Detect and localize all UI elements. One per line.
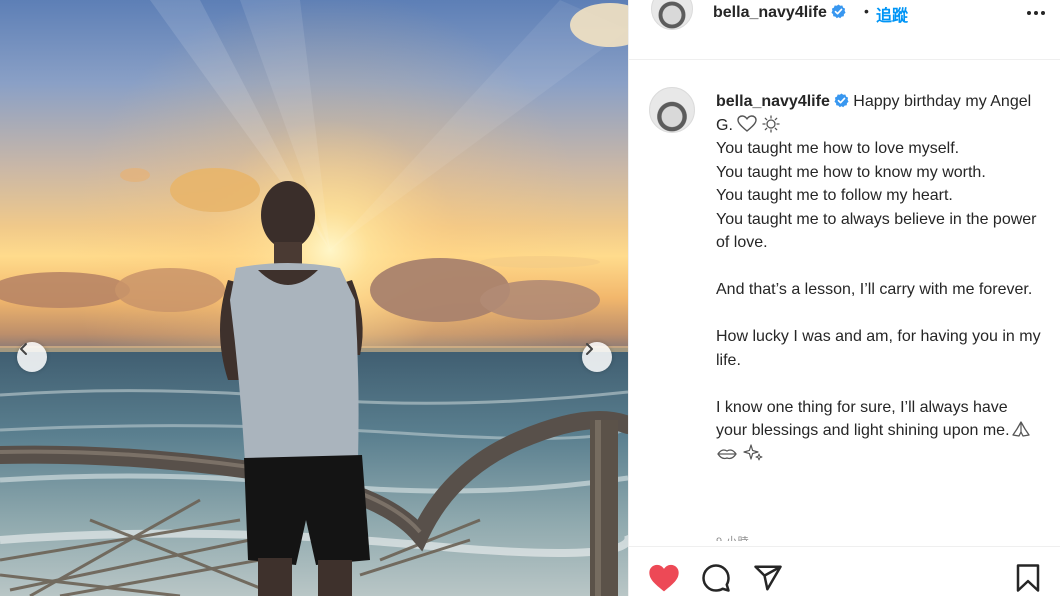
- chevron-right-icon: [586, 343, 593, 355]
- caption-line: You taught me to follow my heart.: [716, 187, 953, 204]
- follow-button[interactable]: 追蹤: [876, 2, 908, 26]
- post-timestamp[interactable]: 9 小時: [716, 533, 749, 541]
- next-photo-button[interactable]: [582, 342, 612, 372]
- bookmark-icon: [1016, 564, 1040, 592]
- caption-line: You taught me how to know my worth.: [716, 163, 986, 181]
- post-caption: bella_navy4life Happy birthday my Angel …: [716, 90, 1041, 467]
- post-photo: [0, 0, 628, 596]
- header-username[interactable]: bella_navy4life: [713, 4, 846, 22]
- paper-plane-icon: [754, 565, 782, 591]
- caption-line: You taught me to always believe in the p…: [716, 210, 1037, 252]
- chevron-left-icon: [20, 343, 27, 355]
- caption-last: I know one thing for sure, I’ll always h…: [716, 398, 1010, 440]
- separator-dot: •: [864, 3, 869, 19]
- heart-filled-icon: [649, 564, 679, 592]
- caption-last-paragraph: I know one thing for sure, I’ll always h…: [716, 396, 1041, 468]
- comment-button[interactable]: [699, 561, 733, 595]
- save-button[interactable]: [1011, 561, 1045, 595]
- share-button[interactable]: [751, 561, 785, 595]
- previous-photo-button[interactable]: [17, 342, 47, 372]
- post-details-panel: bella_navy4life • 追蹤 bella_navy4life Hap: [628, 0, 1060, 596]
- caption-avatar[interactable]: [649, 87, 695, 133]
- caption-username[interactable]: bella_navy4life: [716, 93, 830, 110]
- more-options-button[interactable]: [1021, 0, 1051, 26]
- caption-line: You taught me how to love myself.: [716, 140, 960, 157]
- praying-hands-emoji: [1011, 421, 1030, 437]
- caption-lesson: And that’s a lesson, I’ll carry with me …: [716, 281, 1033, 298]
- avatar[interactable]: [651, 0, 693, 30]
- white-heart-emoji: [737, 114, 758, 132]
- kiss-emoji: [717, 448, 737, 459]
- verified-badge-icon: [831, 4, 846, 19]
- comment-bubble-icon: [702, 564, 730, 592]
- more-options-icon: [1027, 11, 1045, 15]
- action-bar: [629, 546, 1060, 596]
- verified-badge-icon: [834, 93, 849, 108]
- username-text[interactable]: bella_navy4life: [713, 4, 827, 21]
- caption-lucky: How lucky I was and am, for having you i…: [716, 328, 1041, 369]
- caption-section: bella_navy4life Happy birthday my Angel …: [629, 61, 1060, 541]
- sparkles-emoji: [743, 443, 763, 460]
- like-button[interactable]: [647, 561, 681, 595]
- sunset-scene-image: [0, 0, 628, 596]
- post-header: bella_navy4life • 追蹤: [629, 0, 1060, 60]
- sun-emoji: [762, 114, 780, 133]
- caption-first-paragraph: bella_navy4life Happy birthday my Angel …: [716, 90, 1041, 137]
